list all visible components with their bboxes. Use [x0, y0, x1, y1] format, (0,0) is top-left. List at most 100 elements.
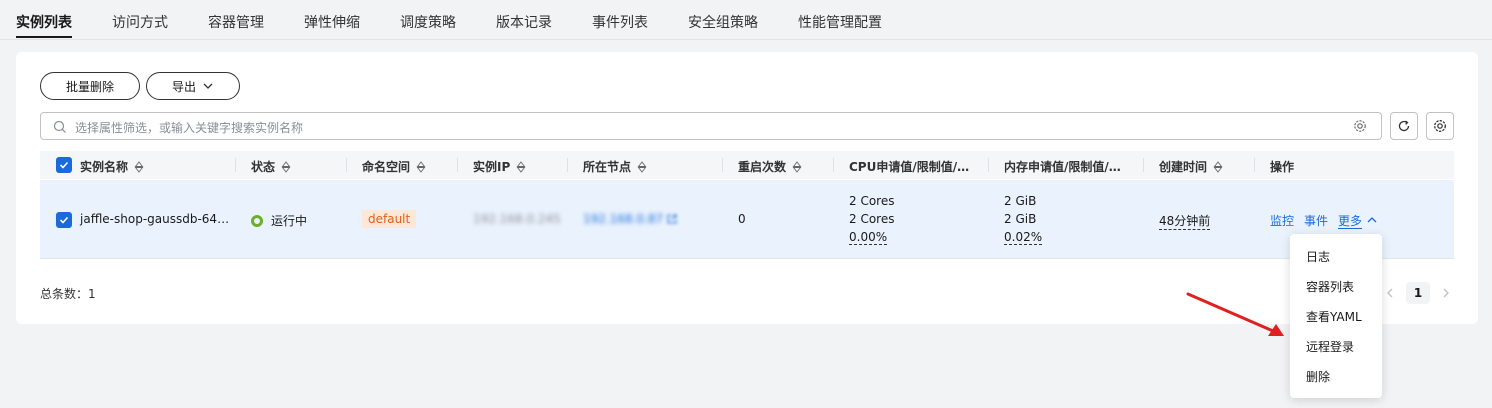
column-instance-name[interactable]: 实例名称 — [80, 158, 144, 175]
column-divider — [235, 158, 236, 172]
status: 运行中 — [251, 212, 307, 229]
status-running-icon — [251, 215, 263, 227]
menu-item-remote-login[interactable]: 远程登录 — [1306, 338, 1354, 355]
column-restarts[interactable]: 重启次数 — [738, 158, 802, 175]
sort-icon — [281, 160, 291, 173]
status-label: 运行中 — [271, 214, 308, 228]
node-address: 192.168.0.87 — [583, 212, 664, 226]
batch-delete-button[interactable]: 批量删除 — [40, 72, 140, 100]
refresh-icon — [1398, 120, 1410, 132]
sort-icon — [637, 160, 647, 173]
more-label: 更多 — [1338, 214, 1363, 229]
menu-item-delete[interactable]: 删除 — [1306, 368, 1330, 385]
sort-icon — [416, 160, 426, 173]
settings-icon[interactable] — [1353, 119, 1367, 133]
column-divider — [457, 158, 458, 172]
annotation-arrow-icon — [1186, 292, 1284, 336]
column-cpu: CPU申请值/限制值/… — [849, 158, 969, 175]
column-namespace[interactable]: 命名空间 — [362, 158, 426, 175]
search-placeholder: 选择属性筛选，或输入关键字搜索实例名称 — [75, 121, 304, 135]
tab-scheduling-policy[interactable]: 调度策略 — [400, 12, 456, 32]
tab-autoscaling[interactable]: 弹性伸缩 — [304, 12, 360, 32]
menu-item-container-list[interactable]: 容器列表 — [1306, 278, 1354, 295]
select-all-checkbox[interactable] — [56, 157, 72, 173]
restart-count: 0 — [738, 212, 746, 226]
tab-bar: 实例列表 访问方式 容器管理 弹性伸缩 调度策略 版本记录 事件列表 安全组策略… — [0, 0, 1492, 40]
total-count: 总条数：1 — [40, 287, 96, 301]
column-label: CPU申请值/限制值/… — [849, 160, 970, 174]
column-divider — [988, 158, 989, 172]
table-header: 实例名称 状态 命名空间 实例IP 所在节点 重启次数 CPU申请值/限制值/…… — [40, 151, 1454, 179]
active-tab-indicator — [16, 36, 72, 38]
created-time[interactable]: 48分钟前 — [1159, 212, 1211, 230]
column-label: 内存申请值/限制值/… — [1004, 160, 1121, 174]
row-checkbox[interactable] — [56, 212, 72, 228]
table-settings-button[interactable] — [1426, 112, 1454, 140]
column-label: 状态 — [251, 160, 276, 174]
column-node[interactable]: 所在节点 — [583, 158, 647, 175]
column-label: 重启次数 — [738, 160, 787, 174]
instance-ip: 192.168.0.245 — [473, 212, 561, 226]
column-operations: 操作 — [1270, 158, 1294, 175]
chevron-right-icon[interactable] — [1440, 287, 1452, 299]
cpu-request: 2 Cores — [849, 194, 895, 208]
column-label: 实例名称 — [80, 160, 129, 174]
tab-performance-config[interactable]: 性能管理配置 — [798, 12, 882, 32]
column-status[interactable]: 状态 — [251, 158, 291, 175]
page-number-current[interactable]: 1 — [1406, 282, 1430, 304]
cpu-usage[interactable]: 0.00% — [849, 230, 888, 245]
instance-list-card: 批量删除 导出 选择属性筛选，或输入关键字搜索实例名称 实例名称 状态 命名空间… — [16, 52, 1478, 324]
cpu-limit: 2 Cores — [849, 212, 895, 226]
tab-version-history[interactable]: 版本记录 — [496, 12, 552, 32]
column-label: 操作 — [1270, 160, 1295, 174]
export-button[interactable]: 导出 — [146, 72, 240, 100]
chevron-down-icon — [203, 83, 213, 89]
column-instance-ip[interactable]: 实例IP — [473, 158, 526, 175]
external-link-icon — [667, 214, 677, 224]
search-icon — [53, 120, 66, 133]
column-label: 所在节点 — [583, 160, 632, 174]
column-divider — [1143, 158, 1144, 172]
menu-item-logs[interactable]: 日志 — [1306, 248, 1330, 265]
menu-item-view-yaml[interactable]: 查看YAML — [1306, 308, 1362, 325]
batch-delete-label: 批量删除 — [65, 79, 114, 94]
tab-instance-list[interactable]: 实例列表 — [16, 12, 72, 32]
column-label: 创建时间 — [1159, 160, 1208, 174]
column-memory: 内存申请值/限制值/… — [1004, 158, 1121, 175]
tab-access-method[interactable]: 访问方式 — [112, 12, 168, 32]
settings-icon — [1434, 120, 1446, 132]
sort-icon — [134, 160, 144, 173]
column-created[interactable]: 创建时间 — [1159, 158, 1223, 175]
column-divider — [722, 158, 723, 172]
chevron-left-icon[interactable] — [1384, 287, 1396, 299]
instance-name[interactable]: jaffle-shop-gaussdb-64… — [80, 212, 229, 226]
sort-icon — [1213, 160, 1223, 173]
export-label: 导出 — [171, 79, 196, 94]
tab-security-group-policy[interactable]: 安全组策略 — [688, 12, 758, 32]
memory-limit: 2 GiB — [1004, 212, 1037, 226]
column-label: 命名空间 — [362, 160, 411, 174]
memory-usage[interactable]: 0.02% — [1004, 230, 1043, 245]
memory-request: 2 GiB — [1004, 194, 1037, 208]
checkbox-checked-icon — [59, 161, 69, 169]
column-divider — [346, 158, 347, 172]
chevron-up-icon — [1367, 217, 1377, 223]
refresh-button[interactable] — [1390, 112, 1418, 140]
tab-event-list[interactable]: 事件列表 — [592, 12, 648, 32]
search-input[interactable]: 选择属性筛选，或输入关键字搜索实例名称 — [40, 112, 1382, 140]
monitor-link[interactable]: 监控 — [1270, 212, 1294, 229]
namespace-tag: default — [362, 210, 417, 228]
sort-icon — [516, 160, 526, 173]
table-row: jaffle-shop-gaussdb-64… 运行中 default 192.… — [40, 180, 1454, 259]
events-link[interactable]: 事件 — [1304, 212, 1328, 229]
column-label: 实例IP — [473, 160, 511, 174]
checkbox-checked-icon — [59, 216, 69, 224]
column-divider — [567, 158, 568, 172]
column-divider — [833, 158, 834, 172]
more-link[interactable]: 更多 — [1338, 212, 1378, 229]
tab-container-management[interactable]: 容器管理 — [208, 12, 264, 32]
column-divider — [1254, 158, 1255, 172]
more-actions-menu: 日志 容器列表 查看YAML 远程登录 删除 — [1290, 234, 1382, 398]
node-link[interactable]: 192.168.0.87 — [583, 212, 678, 226]
sort-icon — [792, 160, 802, 173]
